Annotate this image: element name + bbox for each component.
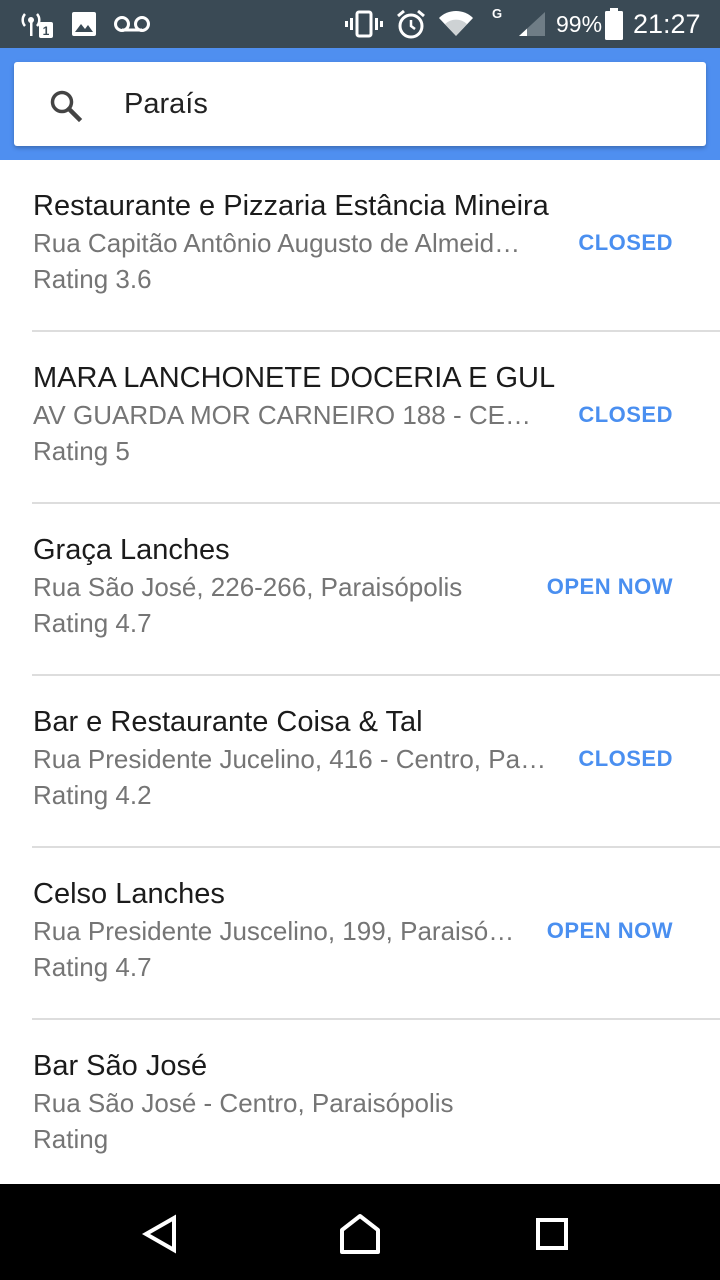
result-item[interactable]: MARA LANCHONETE DOCERIA E GULOSEIMAS AV … <box>0 332 720 504</box>
result-name: Restaurante e Pizzaria Estância Mineira <box>33 190 549 222</box>
home-icon[interactable] <box>338 1212 382 1256</box>
search-box[interactable] <box>14 62 706 146</box>
result-address: Rua Presidente Juscelino, 199, Paraisópo… <box>33 916 521 946</box>
result-rating: Rating 4.7 <box>33 608 152 638</box>
battery-percent: 99% <box>556 11 603 37</box>
result-item[interactable]: Bar e Restaurante Coisa & Tal Rua Presid… <box>0 676 720 848</box>
battery-icon <box>604 8 624 40</box>
result-status-badge: CLOSED <box>578 230 673 255</box>
recents-icon[interactable] <box>530 1212 574 1256</box>
signal-icon <box>516 10 548 38</box>
result-address: Rua São José, 226-266, Paraisópolis <box>33 572 463 602</box>
result-item[interactable]: Celso Lanches Rua Presidente Juscelino, … <box>0 848 720 1020</box>
result-name: Graça Lanches <box>33 534 230 566</box>
result-rating: Rating 4.7 <box>33 952 152 982</box>
result-rating: Rating 3.6 <box>33 264 152 294</box>
search-input[interactable] <box>124 78 684 130</box>
svg-text:1: 1 <box>43 24 50 38</box>
result-status-badge: CLOSED <box>578 746 673 771</box>
voicemail-icon <box>112 10 152 38</box>
wifi-tethering-icon: 1 <box>20 10 56 38</box>
result-rating: Rating 5 <box>33 436 130 466</box>
status-bar: 1 G 99% 21:27 <box>0 0 720 48</box>
result-name: Bar e Restaurante Coisa & Tal <box>33 706 423 738</box>
result-address: Rua Capitão Antônio Augusto de Almeida, … <box>33 228 533 258</box>
result-status-badge: OPEN NOW <box>546 574 673 599</box>
result-status-badge: CLOSED <box>578 402 673 427</box>
wifi-icon <box>438 10 474 38</box>
image-icon <box>70 10 98 38</box>
result-rating: Rating 4.2 <box>33 780 152 810</box>
back-icon[interactable] <box>138 1212 182 1256</box>
result-rating: Rating <box>33 1124 109 1154</box>
result-name: Bar São José <box>33 1050 208 1082</box>
result-name: MARA LANCHONETE DOCERIA E GULOSEIMAS <box>33 362 555 394</box>
result-address: AV GUARDA MOR CARNEIRO 188 - CENTRO, Par… <box>33 400 533 430</box>
vibrate-icon <box>345 10 383 38</box>
result-name: Celso Lanches <box>33 878 225 910</box>
result-status-badge: OPEN NOW <box>546 918 673 943</box>
clock-time: 21:27 <box>633 9 701 39</box>
result-address: Rua São José - Centro, Paraisópolis <box>33 1088 454 1118</box>
alarm-icon <box>395 9 427 39</box>
network-type: G <box>492 6 503 21</box>
result-item[interactable]: Bar São José Rua São José - Centro, Para… <box>0 1020 720 1184</box>
navigation-bar <box>0 1184 720 1280</box>
results-list: Restaurante e Pizzaria Estância Mineira … <box>0 160 720 1184</box>
result-item[interactable]: Restaurante e Pizzaria Estância Mineira … <box>0 160 720 332</box>
result-item[interactable]: Graça Lanches Rua São José, 226-266, Par… <box>0 504 720 676</box>
app-header <box>0 48 720 160</box>
result-address: Rua Presidente Jucelino, 416 - Centro, P… <box>33 744 549 774</box>
search-icon[interactable] <box>48 88 84 124</box>
